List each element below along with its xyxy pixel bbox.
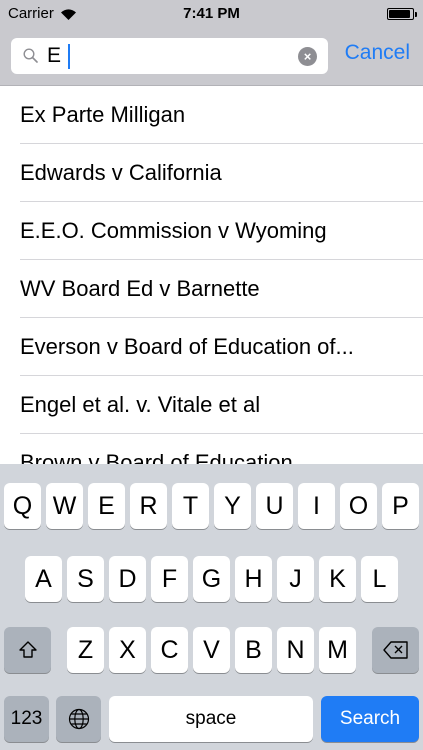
key-m[interactable]: M: [319, 627, 356, 673]
cancel-button[interactable]: Cancel: [345, 41, 410, 65]
clear-icon[interactable]: ×: [298, 47, 317, 66]
key-u[interactable]: U: [256, 483, 293, 529]
search-input[interactable]: E: [47, 44, 61, 68]
shift-key[interactable]: [4, 627, 51, 673]
delete-key[interactable]: [372, 627, 419, 673]
key-z[interactable]: Z: [67, 627, 104, 673]
list-item[interactable]: WV Board Ed v Barnette: [0, 260, 423, 318]
results-list: Ex Parte Milligan Edwards v California E.E…: [0, 86, 423, 464]
list-item[interactable]: Brown v Board of Education: [0, 434, 423, 464]
key-p[interactable]: P: [382, 483, 419, 529]
battery-icon: [387, 8, 417, 20]
key-d[interactable]: D: [109, 556, 146, 602]
key-q[interactable]: Q: [4, 483, 41, 529]
key-l[interactable]: L: [361, 556, 398, 602]
key-t[interactable]: T: [172, 483, 209, 529]
battery-level: [389, 10, 410, 18]
key-j[interactable]: J: [277, 556, 314, 602]
numbers-key[interactable]: 123: [4, 696, 49, 742]
key-y[interactable]: Y: [214, 483, 251, 529]
key-e[interactable]: E: [88, 483, 125, 529]
key-v[interactable]: V: [193, 627, 230, 673]
list-item[interactable]: Ex Parte Milligan: [0, 86, 423, 144]
search-icon: [23, 48, 38, 63]
list-item[interactable]: Everson v Board of Education of...: [0, 318, 423, 376]
shift-icon: [18, 641, 37, 658]
text-caret: [68, 44, 70, 69]
backspace-icon: [382, 641, 408, 659]
search-key[interactable]: Search: [321, 696, 419, 742]
key-f[interactable]: F: [151, 556, 188, 602]
key-b[interactable]: B: [235, 627, 272, 673]
status-time: 7:41 PM: [183, 5, 240, 22]
search-header: E × Cancel: [0, 28, 423, 86]
keyboard: Q W E R T Y U I O P A S D F G H J K L Z X C V B N M 123 space Search: [0, 464, 423, 750]
key-a[interactable]: A: [25, 556, 62, 602]
key-o[interactable]: O: [340, 483, 377, 529]
globe-icon: [68, 708, 89, 730]
key-i[interactable]: I: [298, 483, 335, 529]
key-c[interactable]: C: [151, 627, 188, 673]
status-bar: Carrier 7:41 PM: [0, 0, 423, 28]
key-n[interactable]: N: [277, 627, 314, 673]
list-item[interactable]: Edwards v California: [0, 144, 423, 202]
key-s[interactable]: S: [67, 556, 104, 602]
search-field[interactable]: E ×: [11, 38, 328, 74]
key-g[interactable]: G: [193, 556, 230, 602]
key-r[interactable]: R: [130, 483, 167, 529]
space-key[interactable]: space: [109, 696, 313, 742]
globe-key[interactable]: [56, 696, 101, 742]
list-item[interactable]: E.E.O. Commission v Wyoming: [0, 202, 423, 260]
key-h[interactable]: H: [235, 556, 272, 602]
key-x[interactable]: X: [109, 627, 146, 673]
list-item[interactable]: Engel et al. v. Vitale et al: [0, 376, 423, 434]
key-w[interactable]: W: [46, 483, 83, 529]
key-k[interactable]: K: [319, 556, 356, 602]
